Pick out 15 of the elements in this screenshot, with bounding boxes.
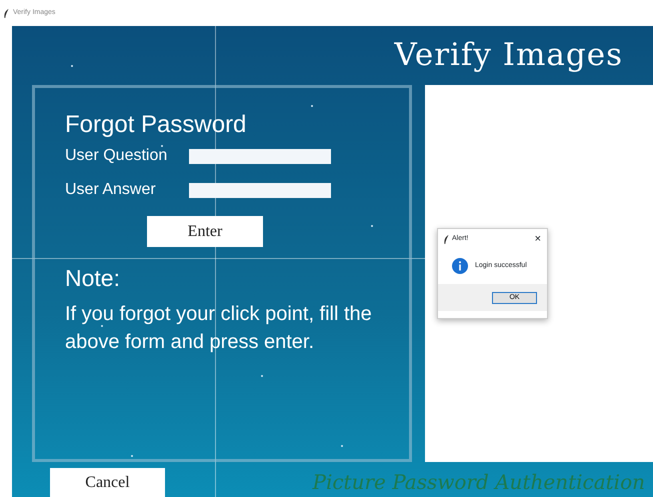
feather-icon [444,235,449,244]
form-title: Forgot Password [65,110,248,140]
feather-icon [4,8,9,18]
cancel-button[interactable]: Cancel [50,468,165,497]
enter-button[interactable]: Enter [147,216,263,247]
input-field[interactable] [189,148,331,164]
page-title: Verify Images [394,36,623,76]
field-label: User Question [65,146,168,166]
close-button[interactable]: × [534,234,541,245]
field-label: User Answer [65,180,157,200]
info-icon [452,258,468,274]
footer-title: Picture Password Authentication [312,469,645,496]
note-text: If you forgot your click point, fill the above form and press enter. [65,302,373,354]
note-heading: Note: [65,264,121,293]
input-field[interactable] [189,182,331,198]
